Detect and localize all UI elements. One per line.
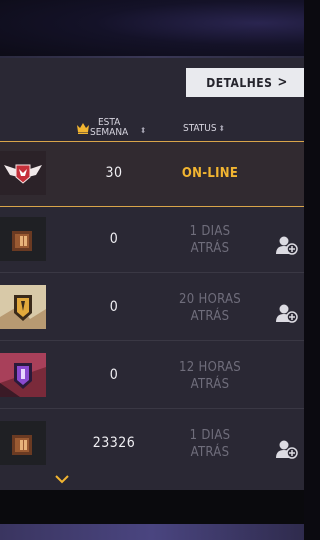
chevron-right-icon: > bbox=[277, 75, 288, 90]
last-seen-status: 1 DIAS ATRÁS bbox=[160, 223, 260, 257]
status-line1: 1 DIAS bbox=[189, 428, 231, 443]
week-column-header[interactable]: ESTA SEMANA ⬍ bbox=[76, 114, 150, 140]
status-line1: 1 DIAS bbox=[189, 224, 231, 239]
bronze-rank-badge-icon bbox=[0, 217, 46, 261]
row-divider bbox=[0, 272, 304, 273]
top-background bbox=[0, 0, 304, 58]
status-line2: ATRÁS bbox=[190, 309, 230, 324]
sort-icon: ⬍ bbox=[218, 124, 225, 133]
bottom-bar bbox=[0, 490, 304, 524]
week-header-line2: SEMANA bbox=[90, 127, 129, 138]
status-line1: 12 HORAS bbox=[178, 360, 242, 375]
status-line2: ATRÁS bbox=[190, 241, 230, 256]
week-score: 0 bbox=[109, 231, 119, 247]
winged-shield-badge-icon bbox=[0, 151, 46, 195]
add-friend-icon[interactable] bbox=[276, 439, 298, 459]
add-friend-icon[interactable] bbox=[276, 303, 298, 323]
table-row[interactable]: 30 ON-LINE bbox=[0, 141, 304, 207]
status-online: ON-LINE bbox=[181, 166, 239, 181]
gold-rank-badge-icon bbox=[0, 285, 46, 329]
add-friend-icon[interactable] bbox=[276, 235, 298, 255]
last-seen-status: 20 HORAS ATRÁS bbox=[160, 291, 260, 325]
table-row[interactable]: 23326 1 DIAS ATRÁS bbox=[0, 411, 304, 477]
bronze-rank-badge-icon bbox=[0, 421, 46, 465]
row-divider bbox=[0, 340, 304, 341]
purple-rank-badge-icon bbox=[0, 353, 46, 397]
last-seen-status: 12 HORAS ATRÁS bbox=[160, 359, 260, 393]
sort-icon: ⬍ bbox=[140, 126, 147, 135]
crown-icon bbox=[77, 123, 89, 134]
table-header: ESTA SEMANA ⬍ STATUS ⬍ bbox=[0, 110, 304, 142]
status-column-header[interactable]: STATUS ⬍ bbox=[183, 123, 225, 134]
status-header-label: STATUS bbox=[183, 123, 217, 134]
table-row[interactable]: 0 1 DIAS ATRÁS bbox=[0, 207, 304, 273]
table-row[interactable]: 0 12 HORAS ATRÁS bbox=[0, 343, 304, 409]
status-line2: ATRÁS bbox=[190, 445, 230, 460]
bottom-background bbox=[0, 524, 304, 540]
last-seen-status: 1 DIAS ATRÁS bbox=[160, 427, 260, 461]
table-row[interactable]: 0 20 HORAS ATRÁS bbox=[0, 275, 304, 341]
details-label: DETALHES bbox=[206, 75, 273, 90]
chevron-down-icon[interactable] bbox=[54, 474, 70, 484]
status-line1: 20 HORAS bbox=[178, 292, 242, 307]
week-score: 0 bbox=[109, 299, 119, 315]
status-line2: ATRÁS bbox=[190, 377, 230, 392]
week-score: 0 bbox=[109, 367, 119, 383]
week-score: 23326 bbox=[92, 435, 136, 451]
row-divider bbox=[0, 408, 304, 409]
details-button[interactable]: DETALHES > bbox=[186, 68, 304, 97]
week-score: 30 bbox=[105, 165, 123, 181]
